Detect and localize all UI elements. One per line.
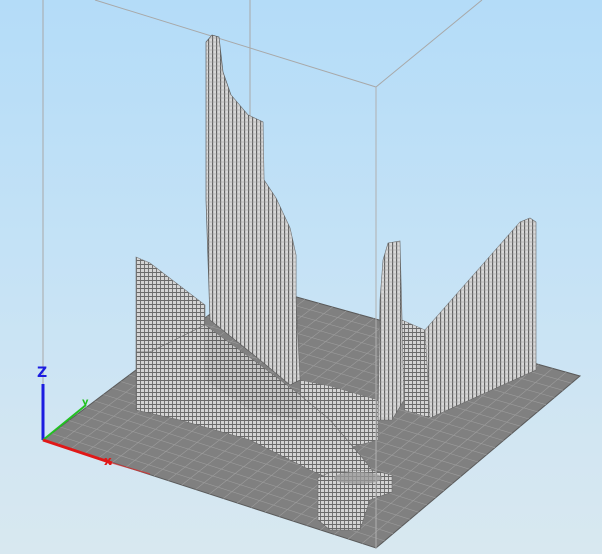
x-axis-label: x bbox=[104, 454, 112, 468]
scene-svg[interactable] bbox=[0, 0, 602, 554]
3d-viewport[interactable]: Z y x bbox=[0, 0, 602, 554]
y-axis-label: y bbox=[82, 397, 89, 408]
z-axis-label: Z bbox=[37, 365, 48, 381]
model-right-tower bbox=[377, 240, 405, 421]
